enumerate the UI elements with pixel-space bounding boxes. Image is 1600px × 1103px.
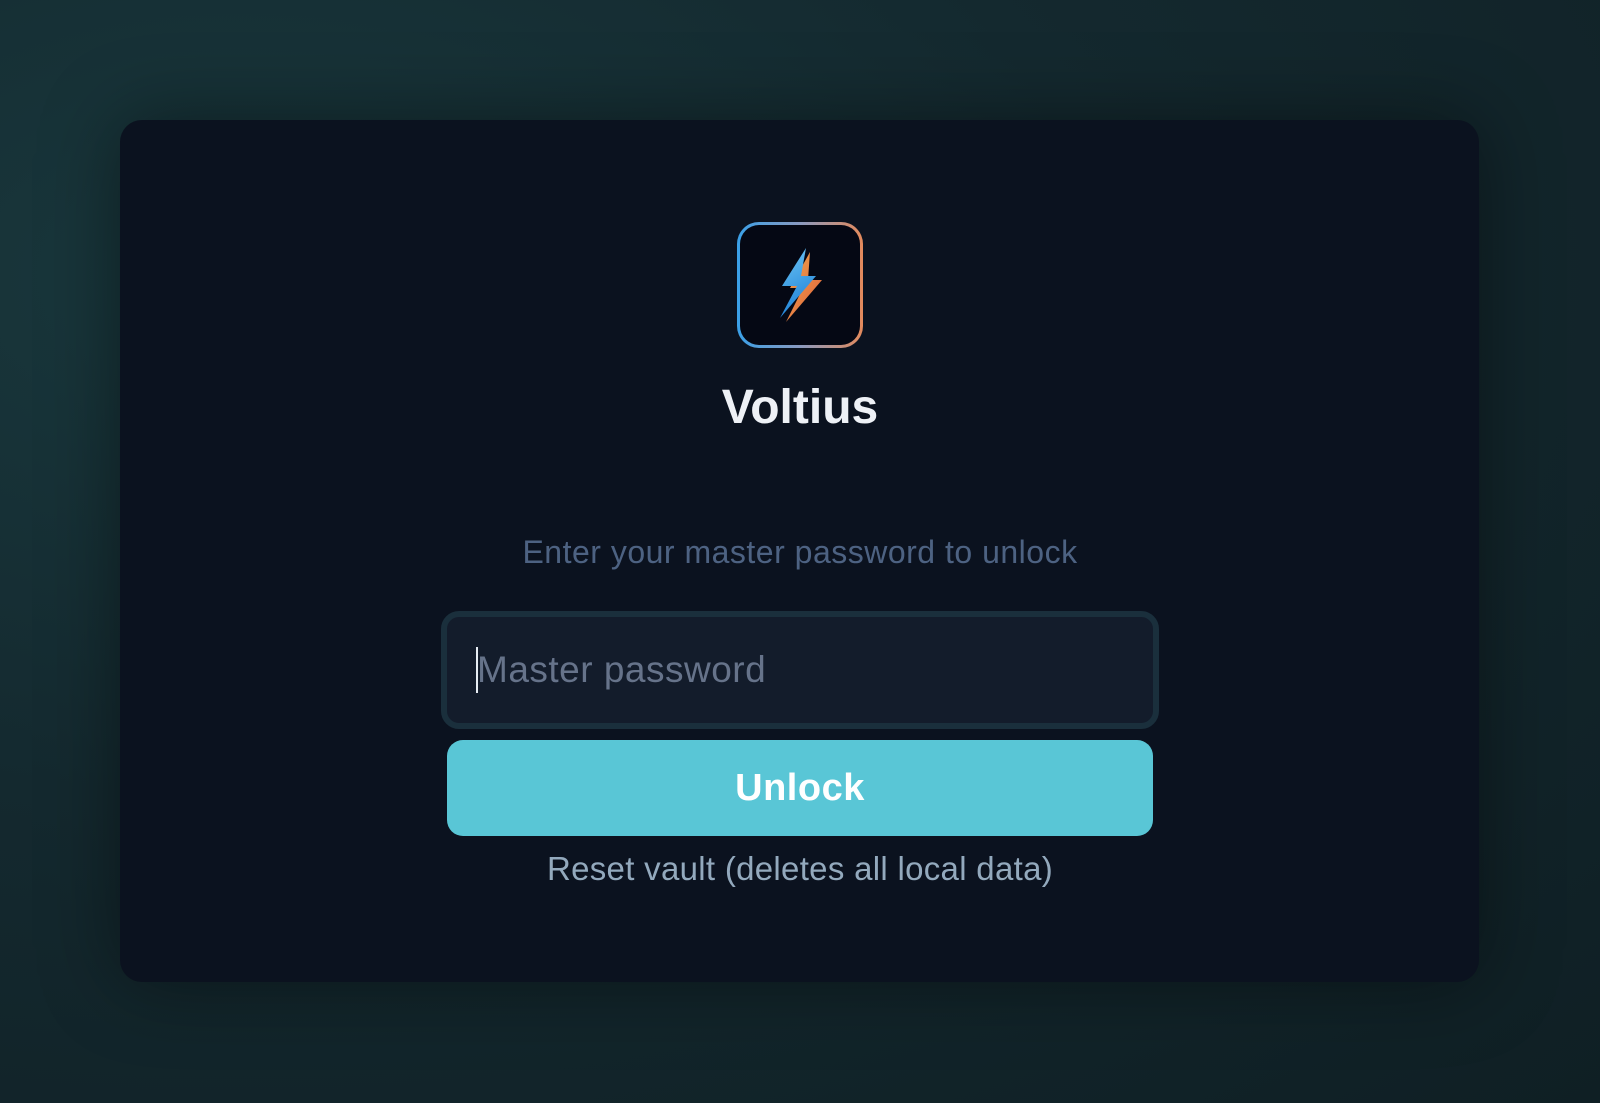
password-field[interactable] [441,611,1159,729]
lightning-bolt-icon [780,248,822,322]
app-logo [737,222,863,348]
app-title: Voltius [721,381,879,434]
unlock-button[interactable]: Unlock [447,740,1153,836]
text-caret [476,647,478,693]
unlock-instruction: Enter your master password to unlock [522,534,1078,570]
reset-vault-link[interactable]: Reset vault (deletes all local data) [0,849,1600,889]
master-password-input[interactable] [447,617,1153,723]
